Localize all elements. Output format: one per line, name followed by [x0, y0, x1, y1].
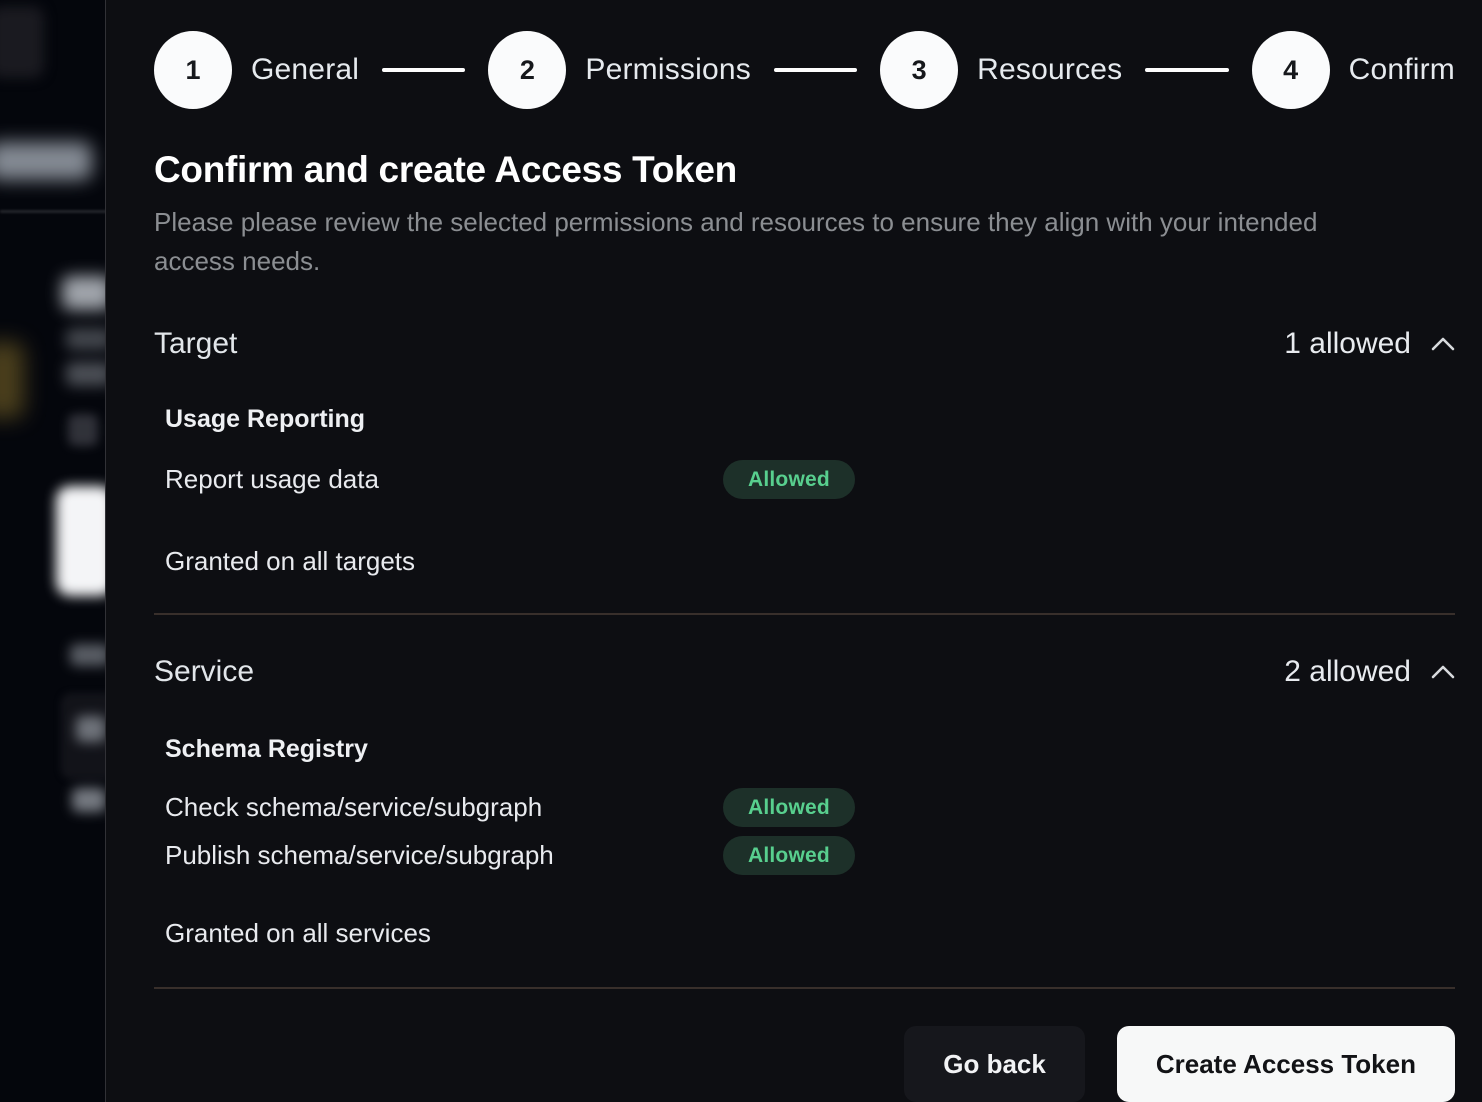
footer-actions: Go back Create Access Token — [154, 1026, 1455, 1102]
blurred-yellow-button — [0, 342, 24, 418]
step-connector — [1145, 68, 1228, 72]
section-title: Service — [154, 655, 254, 689]
chevron-up-icon[interactable] — [1431, 664, 1455, 680]
page-title: Confirm and create Access Token — [154, 149, 1455, 191]
blurred-icon — [68, 414, 98, 446]
step-number-circle: 3 — [880, 31, 958, 109]
permission-row: Check schema/service/subgraph Allowed — [165, 788, 1455, 827]
permission-group-title: Usage Reporting — [165, 405, 1455, 434]
permission-row: Report usage data Allowed — [165, 460, 1455, 499]
step-label: Confirm — [1349, 53, 1455, 87]
blurred-text-line — [66, 328, 105, 350]
status-badge: Allowed — [723, 836, 855, 875]
step-resources[interactable]: 3 Resources — [880, 31, 1122, 109]
step-label: Permissions — [585, 53, 751, 87]
blurred-text-line — [72, 788, 105, 812]
permission-label: Publish schema/service/subgraph — [165, 840, 723, 871]
step-connector — [774, 68, 857, 72]
create-access-token-button[interactable]: Create Access Token — [1117, 1026, 1455, 1102]
blurred-background-sidebar — [0, 0, 105, 1102]
blurred-text-line — [76, 716, 105, 742]
step-confirm[interactable]: 4 Confirm — [1252, 31, 1455, 109]
status-badge: Allowed — [723, 788, 855, 827]
permission-label: Check schema/service/subgraph — [165, 792, 723, 823]
step-number-circle: 4 — [1252, 31, 1330, 109]
go-back-button[interactable]: Go back — [904, 1026, 1085, 1102]
footer-divider — [154, 987, 1455, 989]
wizard-stepper: 1 General 2 Permissions 3 Resources 4 Co… — [154, 31, 1455, 109]
blurred-divider — [0, 210, 105, 213]
blurred-nav-text — [0, 142, 92, 180]
allowed-count: 2 allowed — [1284, 655, 1411, 689]
step-label: Resources — [977, 53, 1122, 87]
create-access-token-panel: 1 General 2 Permissions 3 Resources 4 Co… — [105, 0, 1482, 1102]
step-number-circle: 1 — [154, 31, 232, 109]
permission-row: Publish schema/service/subgraph Allowed — [165, 836, 1455, 875]
section-title: Target — [154, 327, 237, 361]
section-summary: 1 allowed — [1284, 327, 1455, 361]
section-divider — [154, 613, 1455, 615]
step-general[interactable]: 1 General — [154, 31, 359, 109]
granted-note: Granted on all services — [165, 918, 1455, 949]
page-subtitle: Please please review the selected permis… — [154, 203, 1382, 281]
step-number-circle: 2 — [488, 31, 566, 109]
section-header-target[interactable]: Target 1 allowed — [154, 327, 1455, 361]
blurred-tile — [0, 6, 44, 78]
blurred-text-line — [70, 644, 105, 666]
blurred-text-line — [66, 362, 105, 386]
chevron-up-icon[interactable] — [1431, 336, 1455, 352]
allowed-count: 1 allowed — [1284, 327, 1411, 361]
status-badge: Allowed — [723, 460, 855, 499]
blurred-heading — [62, 276, 105, 310]
blurred-white-card — [56, 486, 105, 596]
step-permissions[interactable]: 2 Permissions — [488, 31, 751, 109]
step-label: General — [251, 53, 359, 87]
permission-group-title: Schema Registry — [165, 735, 1455, 764]
step-connector — [382, 68, 465, 72]
permission-label: Report usage data — [165, 464, 723, 495]
section-summary: 2 allowed — [1284, 655, 1455, 689]
granted-note: Granted on all targets — [165, 546, 1455, 577]
section-header-service[interactable]: Service 2 allowed — [154, 655, 1455, 689]
